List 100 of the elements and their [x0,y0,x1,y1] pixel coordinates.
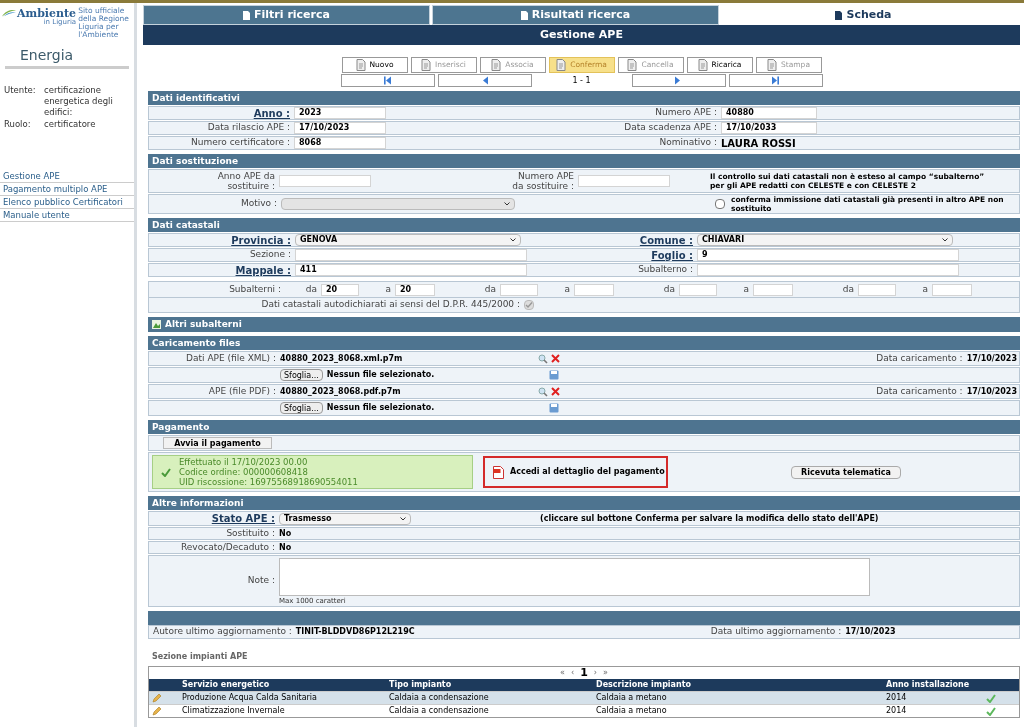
document-icon [421,59,432,71]
map-icon [152,320,161,329]
first-page-button[interactable] [340,74,435,87]
user-value: certificatore [43,119,96,130]
field-value: No [279,541,292,554]
range-label: a [563,282,571,296]
next-page-button[interactable] [631,74,726,87]
chevron-down-icon [400,516,406,521]
section-title: Altri subalterni [165,317,242,331]
checkbox[interactable] [715,199,725,209]
input-field[interactable] [932,283,972,296]
section-header: Pagamento [148,420,1020,434]
input-field[interactable]: 20 [395,283,435,296]
payment-detail-link[interactable]: Accedi al dettaglio del pagamento [483,456,668,488]
input-field[interactable] [679,283,717,296]
delete-icon[interactable] [551,387,560,396]
menu-item[interactable]: Elenco pubblico Certificatori [0,196,134,209]
chevron-down-icon [510,238,516,242]
field-label: Data rilascio APE : [206,121,291,135]
browse-button[interactable]: Sfoglia... [280,369,323,381]
table-cell-text: 2014 [886,705,908,717]
section-header: Caricamento files [148,336,1020,350]
search-icon[interactable] [538,386,548,397]
input-field[interactable]: 40880 [721,107,817,119]
range-label: a [921,282,929,296]
user-label: Ruolo: [3,119,32,130]
input-field[interactable] [574,283,614,296]
previous-page-button[interactable] [437,74,532,87]
table-cell-text: Caldaia a condensazione [389,692,490,704]
menu-item[interactable]: Manuale utente [0,209,134,222]
range-label: da [304,282,318,296]
field-label: Foglio : [650,248,694,263]
first-page-link[interactable]: « [560,667,565,679]
field-label: Sezione : [248,248,292,262]
field-label: Motivo : [239,197,278,211]
input-field[interactable] [578,175,670,187]
select-field[interactable]: Trasmesso [279,512,411,525]
start-payment-button[interactable]: Avvia il pagamento [163,437,272,449]
menu-item[interactable]: Gestione APE [0,170,134,183]
file-name: 40880_2023_8068.pdf.p7m [280,385,402,398]
input-field[interactable]: 20 [321,283,359,296]
field-label: Anno : [252,106,291,121]
select-field[interactable]: CHIAVARI [697,234,953,246]
first-page-icon [383,76,392,85]
section-header: Dati catastali [148,218,1020,232]
search-icon[interactable] [538,353,548,364]
chevron-down-icon [942,238,948,242]
field-label: Nominativo : [658,136,718,150]
menu-item[interactable]: Pagamento multiplo APE [0,183,134,196]
input-field[interactable] [279,175,371,187]
input-field[interactable] [500,283,538,296]
save-icon[interactable] [548,403,559,413]
range-label: a [384,282,392,296]
document-icon [520,10,528,20]
note-field[interactable] [279,558,870,596]
upload-date: 17/10/2023 [966,385,1018,398]
next-page-link[interactable]: › [593,667,598,679]
brand-name: Ambiente [17,8,77,19]
document-icon [697,59,708,71]
document-icon [556,59,567,71]
tab[interactable]: Risultati ricerca [432,5,719,25]
previous-icon [480,76,489,85]
tab[interactable]: Filtri ricerca [143,5,430,25]
browse-button[interactable]: Sfoglia... [280,402,323,414]
table-row[interactable]: Produzione Acqua Calda Sanitaria Caldaia a condensazione Caldaia a metano 2014 [149,691,1019,704]
field-label: Provincia : [230,233,292,248]
save-icon[interactable] [548,370,559,380]
hint-text: (cliccare sul bottone Conferma per salvare la modifica dello stato dell'APE) [540,512,879,525]
author-value: TINIT-BLDDVD86P12L219C [295,626,416,638]
receipt-line: Effettuato il 17/10/2023 00.00 [179,457,309,467]
table-row[interactable]: Climatizzazione Invernale Caldaia a condensazione Caldaia a metano 2014 [149,704,1019,717]
field-label: Comune : [638,233,694,248]
column-header: Descrizione impianto [596,679,693,691]
input-field[interactable] [858,283,896,296]
last-page-button[interactable] [728,74,823,87]
update-date: 17/10/2023 [845,626,896,638]
file-status: Nessun file selezionato. [325,402,436,414]
input-field[interactable]: 411 [295,264,527,276]
page-number[interactable]: 1 [580,664,588,682]
page-title: Gestione APE [143,25,1020,45]
input-field[interactable] [697,264,959,276]
last-page-link[interactable]: » [603,667,608,679]
input-field[interactable]: 17/10/2033 [721,122,817,134]
field-label: Anno APE da sostituire : [216,171,276,191]
input-field[interactable]: 2023 [294,107,386,119]
site-title: Energia [19,46,75,65]
receipt-button[interactable]: Ricevuta telematica [791,465,901,479]
input-field[interactable] [753,283,793,296]
chevron-down-icon [504,202,510,206]
select-field[interactable]: GENOVA [295,234,521,246]
input-field[interactable] [295,249,527,261]
next-icon [674,76,683,85]
table-cell-text: 2014 [886,692,908,704]
delete-icon[interactable] [551,354,560,363]
input-field[interactable]: 9 [697,249,959,261]
input-field[interactable]: 8068 [294,137,386,149]
previous-page-link[interactable]: ‹ [570,667,575,679]
section-header: Altre informazioni [148,496,1020,510]
field-label: Dati APE (file XML) : [185,351,277,365]
input-field[interactable]: 17/10/2023 [294,122,386,134]
